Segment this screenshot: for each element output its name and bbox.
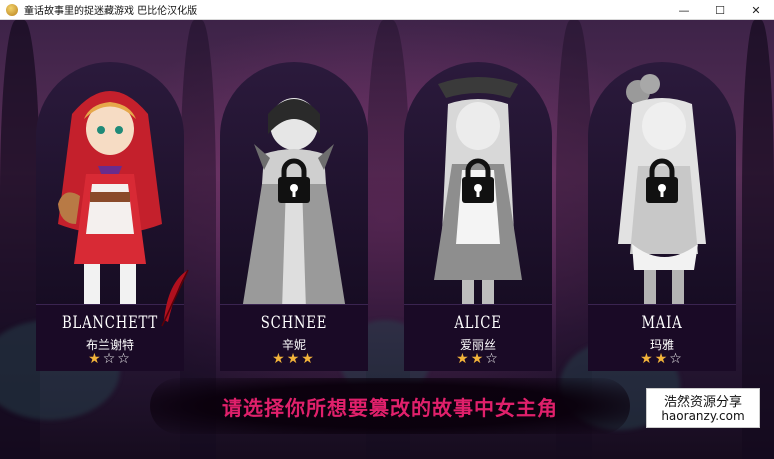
character-portrait-blanchett: [58, 91, 162, 310]
character-nameplate: MAIA 玛雅 ★★☆: [588, 304, 736, 371]
character-card-maia[interactable]: MAIA 玛雅 ★★☆: [588, 62, 736, 371]
star-icon: ★: [456, 351, 471, 367]
character-card-alice[interactable]: ALICE 爱丽丝 ★★☆: [404, 62, 552, 371]
lock-icon: [646, 158, 678, 203]
game-window: 童话故事里的捉迷藏游戏 巴比伦汉化版 — ☐ ✕ BLANCHETT 布兰谢特 …: [0, 0, 774, 459]
lock-icon: [278, 158, 310, 203]
star-icon: ★: [286, 351, 302, 367]
star-icon: ★: [272, 351, 287, 367]
watermark-line2: haoranzy.com: [661, 409, 745, 423]
minimize-button[interactable]: —: [666, 0, 702, 20]
star-empty-icon: ☆: [485, 351, 500, 367]
character-name-en: SCHNEE: [260, 313, 328, 333]
star-icon: ★: [470, 351, 486, 367]
character-name-en: MAIA: [641, 313, 683, 333]
close-button[interactable]: ✕: [738, 0, 774, 20]
star-empty-icon: ☆: [669, 351, 684, 367]
star-empty-icon: ☆: [102, 351, 118, 367]
star-icon: ★: [88, 351, 103, 367]
app-icon: [6, 3, 18, 16]
quill-feather-icon: [161, 269, 189, 327]
maximize-button[interactable]: ☐: [702, 0, 738, 20]
star-rating: ★☆☆: [36, 351, 184, 367]
star-rating: ★★★: [220, 351, 368, 367]
character-nameplate: SCHNEE 辛妮 ★★★: [220, 304, 368, 371]
star-rating: ★★☆: [588, 351, 736, 367]
star-icon: ★: [301, 351, 316, 367]
star-icon: ★: [654, 351, 670, 367]
character-name-en: BLANCHETT: [61, 313, 159, 333]
watermark-box: 浩然资源分享 haoranzy.com: [646, 388, 760, 428]
character-nameplate: ALICE 爱丽丝 ★★☆: [404, 304, 552, 371]
character-name-en: ALICE: [454, 313, 502, 333]
character-card-schnee[interactable]: SCHNEE 辛妮 ★★★: [220, 62, 368, 371]
title-bar: 童话故事里的捉迷藏游戏 巴比伦汉化版 — ☐ ✕: [0, 0, 774, 20]
window-controls: — ☐ ✕: [666, 0, 774, 20]
window-title: 童话故事里的捉迷藏游戏 巴比伦汉化版: [24, 6, 198, 17]
star-icon: ★: [640, 351, 655, 367]
star-empty-icon: ☆: [117, 351, 132, 367]
star-rating: ★★☆: [404, 351, 552, 367]
instruction-text: 请选择你所想要篡改的故事中女主角: [222, 396, 558, 420]
watermark-line1: 浩然资源分享: [663, 395, 742, 410]
lock-icon: [462, 158, 494, 203]
